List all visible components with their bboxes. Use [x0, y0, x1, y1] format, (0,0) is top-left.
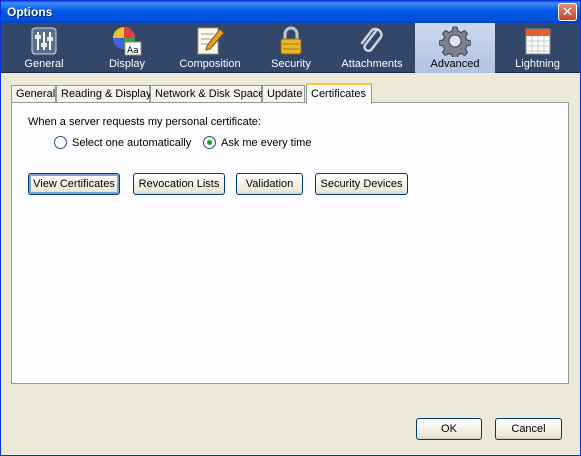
close-icon: ✕: [562, 4, 573, 19]
tab-general-label: General: [16, 88, 56, 100]
tab-network-disk-space-label: Network & Disk Space: [155, 88, 265, 100]
radio-ask-every-time[interactable]: Ask me every time: [203, 136, 311, 149]
toolbar-advanced-label: Advanced: [430, 58, 480, 70]
radio-ask-every-time-label: Ask me every time: [221, 137, 312, 149]
revocation-lists-button[interactable]: Revocation Lists: [133, 173, 225, 195]
radio-select-automatically[interactable]: Select one automatically: [54, 136, 191, 149]
tab-certificates[interactable]: Certificates: [306, 83, 372, 104]
toolbar-composition[interactable]: Composition: [167, 23, 253, 73]
toolbar-display-label: Display: [108, 58, 146, 70]
general-sliders-icon: [31, 27, 57, 55]
toolbar-composition-label: Composition: [179, 58, 241, 70]
toolbar-attachments-label: Attachments: [341, 58, 403, 70]
composition-pen-icon: [197, 27, 225, 55]
options-toolbar: General Aa Display Composition Security …: [1, 23, 580, 73]
toolbar-display[interactable]: Aa Display: [87, 23, 167, 73]
toolbar-attachments[interactable]: Attachments: [329, 23, 415, 73]
calendar-icon: [525, 28, 550, 55]
toolbar-general[interactable]: General: [1, 23, 87, 73]
svg-text:Aa: Aa: [127, 46, 139, 56]
certificates-panel: When a server requests my personal certi…: [11, 102, 569, 384]
tab-reading-display-label: Reading & Display: [61, 88, 152, 100]
options-window: Options ✕ General Aa Display Composition…: [0, 0, 581, 456]
tab-certificates-label: Certificates: [311, 88, 367, 100]
toolbar-lightning[interactable]: Lightning: [495, 23, 580, 73]
validation-button[interactable]: Validation: [236, 173, 303, 195]
toolbar-lightning-label: Lightning: [515, 58, 560, 70]
tab-update-label: Update: [267, 88, 303, 100]
radio-select-automatically-label: Select one automatically: [72, 137, 192, 149]
cancel-button[interactable]: Cancel: [495, 418, 562, 440]
view-certificates-button[interactable]: View Certificates: [28, 173, 120, 195]
display-color-icon: Aa: [113, 27, 142, 56]
tab-reading-display[interactable]: Reading & Display: [56, 85, 152, 103]
toolbar-security[interactable]: Security: [253, 23, 329, 73]
ok-button[interactable]: OK: [416, 418, 482, 440]
radio-checked-icon: [203, 136, 216, 149]
title-bar[interactable]: Options ✕: [1, 1, 580, 23]
paperclip-icon: [360, 27, 383, 53]
security-devices-button[interactable]: Security Devices: [315, 173, 408, 195]
tab-update[interactable]: Update: [262, 85, 305, 103]
tab-network-disk-space[interactable]: Network & Disk Space: [150, 85, 265, 103]
lock-icon: [280, 26, 302, 55]
close-button[interactable]: ✕: [558, 3, 577, 21]
certificate-request-prompt: When a server requests my personal certi…: [28, 116, 261, 128]
window-title: Options: [7, 5, 53, 19]
toolbar-general-label: General: [24, 58, 64, 70]
toolbar-security-label: Security: [271, 58, 311, 70]
gear-icon: [439, 26, 471, 57]
tab-general[interactable]: General: [11, 85, 56, 103]
toolbar-advanced[interactable]: Advanced: [415, 23, 495, 73]
radio-unchecked-icon: [54, 136, 67, 149]
